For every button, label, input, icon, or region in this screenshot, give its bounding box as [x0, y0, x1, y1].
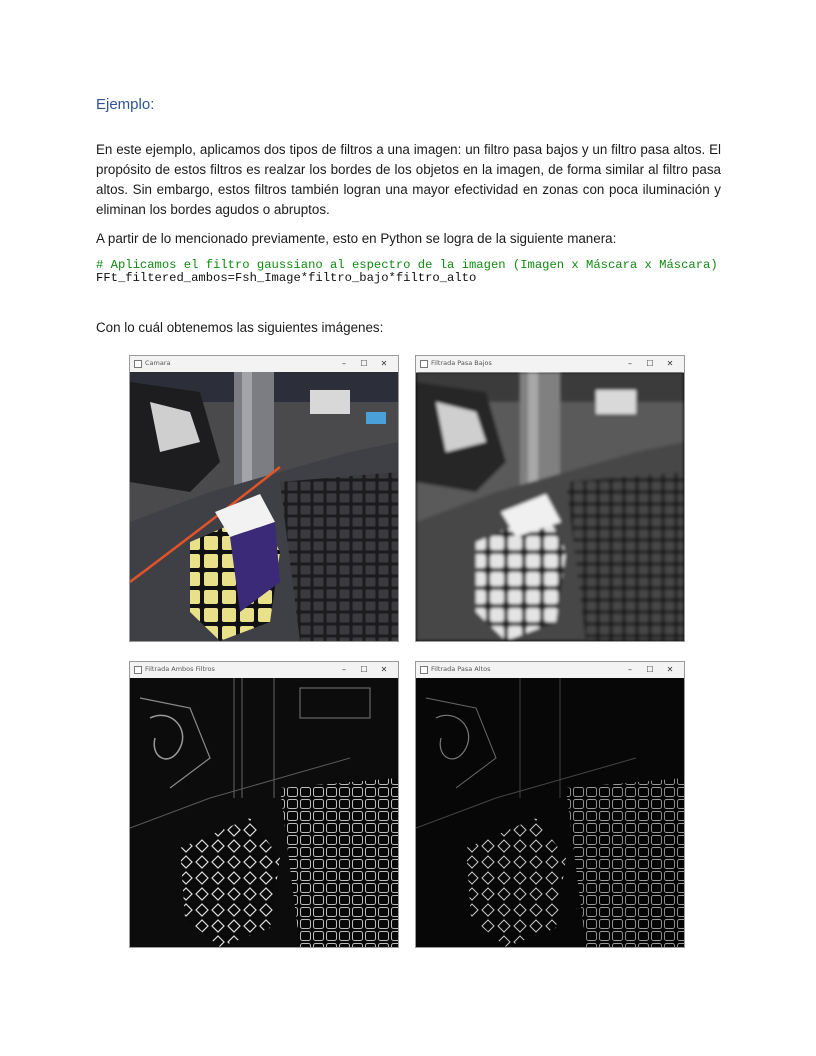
window-titlebar: Filtrada Pasa Bajos – ☐ ✕ [416, 356, 684, 373]
app-icon [134, 666, 142, 674]
close-icon[interactable]: ✕ [374, 663, 394, 677]
maximize-icon[interactable]: ☐ [354, 357, 374, 371]
minimize-icon[interactable]: – [620, 357, 640, 371]
app-icon [420, 360, 428, 368]
window-titlebar: Camara – ☐ ✕ [130, 356, 398, 373]
maximize-icon[interactable]: ☐ [640, 663, 660, 677]
close-icon[interactable]: ✕ [374, 357, 394, 371]
window-title: Filtrada Ambos Filtros [145, 665, 215, 673]
both-filters-image [130, 678, 398, 947]
app-icon [134, 360, 142, 368]
window-camera: Camara – ☐ ✕ [129, 355, 399, 642]
close-icon[interactable]: ✕ [660, 663, 680, 677]
window-titlebar: Filtrada Pasa Altos – ☐ ✕ [416, 662, 684, 679]
minimize-icon[interactable]: – [334, 357, 354, 371]
code-block: # Aplicamos el filtro gaussiano al espec… [96, 259, 721, 285]
window-title: Filtrada Pasa Bajos [431, 359, 492, 367]
python-intro-paragraph: A partir de lo mencionado previamente, e… [96, 231, 617, 246]
document-page: Ejemplo: En este ejemplo, aplicamos dos … [0, 0, 816, 1056]
app-icon [420, 666, 428, 674]
window-title: Filtrada Pasa Altos [431, 665, 491, 673]
results-paragraph: Con lo cuál obtenemos las siguientes imá… [96, 320, 384, 335]
camera-image [130, 372, 398, 641]
minimize-icon[interactable]: – [334, 663, 354, 677]
minimize-icon[interactable]: – [620, 663, 640, 677]
window-title: Camara [145, 359, 171, 367]
high-pass-image [416, 678, 684, 947]
low-pass-image [416, 372, 684, 641]
section-heading: Ejemplo: [96, 96, 155, 113]
close-icon[interactable]: ✕ [660, 357, 680, 371]
window-high-pass: Filtrada Pasa Altos – ☐ ✕ [415, 661, 685, 948]
window-titlebar: Filtrada Ambos Filtros – ☐ ✕ [130, 662, 398, 679]
intro-paragraph: En este ejemplo, aplicamos dos tipos de … [96, 142, 721, 217]
maximize-icon[interactable]: ☐ [354, 663, 374, 677]
window-low-pass: Filtrada Pasa Bajos – ☐ ✕ [415, 355, 685, 642]
code-statement: FFt_filtered_ambos=Fsh_Image*filtro_bajo… [96, 271, 477, 285]
maximize-icon[interactable]: ☐ [640, 357, 660, 371]
window-both-filters: Filtrada Ambos Filtros – ☐ ✕ [129, 661, 399, 948]
